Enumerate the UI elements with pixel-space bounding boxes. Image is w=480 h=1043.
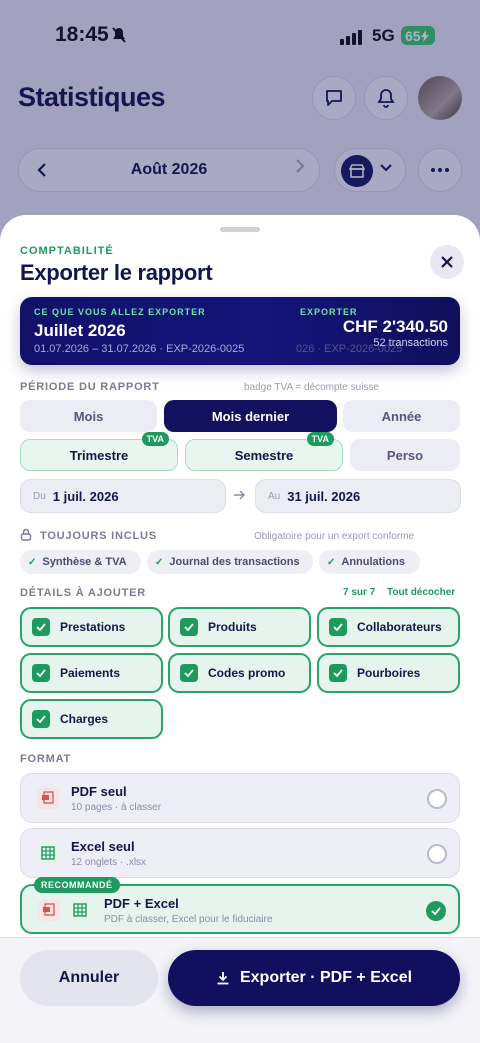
toggle-all-link[interactable]: Tout décocher	[387, 587, 455, 598]
always-chip-label: Annulations	[341, 556, 405, 568]
sheet-title: Exporter le rapport	[20, 260, 213, 285]
recommended-badge: RECOMMANDÉ	[34, 877, 120, 893]
sheet-grabber[interactable]	[220, 227, 260, 232]
summary-tag-left: CE QUE VOUS ALLEZ EXPORTER	[34, 307, 206, 317]
format-name: PDF + Excel	[104, 896, 179, 911]
period-option-semestre[interactable]: Semestre TVA	[185, 432, 343, 471]
arrow-right-icon	[234, 490, 245, 500]
detail-item[interactable]: Produits	[168, 607, 311, 647]
format-option-pdf[interactable]: PDF seul 10 pages · à classer	[20, 773, 460, 823]
date-to-prefix: Au	[268, 490, 281, 502]
always-hint: Obligatoire pour un export conforme	[254, 531, 415, 542]
always-chip-label: Journal des transactions	[169, 556, 300, 568]
always-chip: ✓ Annulations	[319, 550, 420, 574]
detail-item-label: Produits	[208, 620, 257, 634]
detail-item-label: Pourboires	[357, 666, 421, 680]
checkbox-checked-icon	[329, 618, 347, 636]
detail-item-label: Prestations	[60, 620, 126, 634]
format-section-label: FORMAT	[20, 753, 72, 765]
date-to-value: 31 juil. 2026	[287, 488, 361, 504]
pdf-icon	[37, 787, 59, 809]
detail-item-label: Paiements	[60, 666, 121, 680]
always-chip: ✓ Synthèse & TVA	[20, 550, 141, 574]
period-hint: badge TVA = décompte suisse	[244, 382, 379, 393]
period-option-label: Semestre	[234, 447, 294, 463]
period-option-perso[interactable]: Perso	[350, 439, 460, 471]
detail-item[interactable]: Paiements	[20, 653, 163, 693]
checkbox-checked-icon	[32, 710, 50, 728]
detail-item[interactable]: Charges	[20, 699, 163, 739]
detail-item[interactable]: Pourboires	[317, 653, 460, 693]
sheet-footer: Annuler Exporter · PDF + Excel	[0, 937, 480, 1043]
format-sub: 12 onglets · .xlsx	[71, 857, 147, 868]
format-sub: 10 pages · à classer	[71, 802, 162, 813]
always-chip-label: Synthèse & TVA	[42, 556, 127, 568]
period-option-trimestre[interactable]: Trimestre TVA	[20, 432, 178, 471]
sheet-eyebrow: COMPTABILITÉ	[20, 245, 114, 257]
detail-item[interactable]: Prestations	[20, 607, 163, 647]
always-chip: ✓ Journal des transactions	[147, 550, 313, 574]
period-option-label: Trimestre	[69, 447, 129, 463]
summary-amount: CHF 2'340.50	[342, 317, 448, 336]
summary-period: Juillet 2026	[34, 321, 126, 340]
period-section-label: PÉRIODE DU RAPPORT	[20, 381, 160, 393]
spreadsheet-icon	[37, 842, 59, 864]
export-button-label: Exporter · PDF + Excel	[239, 969, 413, 986]
details-count: 7 sur 7	[343, 587, 376, 598]
radio-selected-icon[interactable]	[426, 901, 446, 921]
radio-unselected-icon[interactable]	[427, 789, 447, 809]
close-button[interactable]	[430, 245, 464, 279]
check-icon: ✓	[155, 556, 164, 568]
period-option-mois-dernier[interactable]: Mois dernier	[164, 400, 337, 432]
cancel-button[interactable]: Annuler	[20, 950, 158, 1006]
summary-tag-right: EXPORTER	[300, 307, 358, 317]
detail-item-label: Charges	[60, 712, 109, 726]
download-icon	[217, 972, 229, 985]
checkbox-checked-icon	[32, 618, 50, 636]
detail-item[interactable]: Codes promo	[168, 653, 311, 693]
date-from-prefix: Du	[33, 490, 46, 502]
date-from-field[interactable]: Du 1 juil. 2026	[20, 479, 226, 513]
format-name: PDF seul	[71, 784, 127, 799]
pdf-icon	[38, 899, 60, 921]
detail-item-label: Codes promo	[208, 666, 286, 680]
checkbox-checked-icon	[32, 664, 50, 682]
radio-unselected-icon[interactable]	[427, 844, 447, 864]
date-from-value: 1 juil. 2026	[52, 488, 119, 504]
checkbox-checked-icon	[180, 664, 198, 682]
detail-item-label: Collaborateurs	[357, 620, 442, 634]
close-icon	[441, 256, 453, 268]
export-summary-card: CE QUE VOUS ALLEZ EXPORTER Juillet 2026 …	[20, 297, 460, 365]
check-icon: ✓	[28, 556, 37, 568]
summary-count: 52 transactions	[373, 337, 448, 349]
period-option-annee[interactable]: Année	[343, 400, 460, 432]
detail-item[interactable]: Collaborateurs	[317, 607, 460, 647]
format-option-excel[interactable]: Excel seul 12 onglets · .xlsx	[20, 828, 460, 878]
date-to-field[interactable]: Au 31 juil. 2026	[255, 479, 461, 513]
lock-icon	[20, 528, 32, 541]
period-option-mois[interactable]: Mois	[20, 400, 157, 432]
details-section-label: DÉTAILS À AJOUTER	[20, 587, 147, 599]
always-section-label: TOUJOURS INCLUS	[40, 530, 157, 542]
tva-badge: TVA	[141, 432, 169, 446]
tva-badge: TVA	[306, 432, 334, 446]
checkbox-checked-icon	[329, 664, 347, 682]
format-name: Excel seul	[71, 839, 135, 854]
export-button[interactable]: Exporter · PDF + Excel	[168, 950, 460, 1006]
summary-meta: 01.07.2026 – 31.07.2026 · EXP-2026-0025	[34, 343, 245, 355]
spreadsheet-icon	[69, 899, 91, 921]
format-sub: PDF à classer, Excel pour le fiduciaire	[104, 914, 273, 925]
format-option-pdf-excel[interactable]: RECOMMANDÉ PDF + Excel PDF à classer, Ex…	[20, 877, 460, 934]
export-sheet: COMPTABILITÉ Exporter le rapport CE QUE …	[0, 215, 480, 1043]
checkbox-checked-icon	[180, 618, 198, 636]
check-icon: ✓	[327, 556, 336, 568]
